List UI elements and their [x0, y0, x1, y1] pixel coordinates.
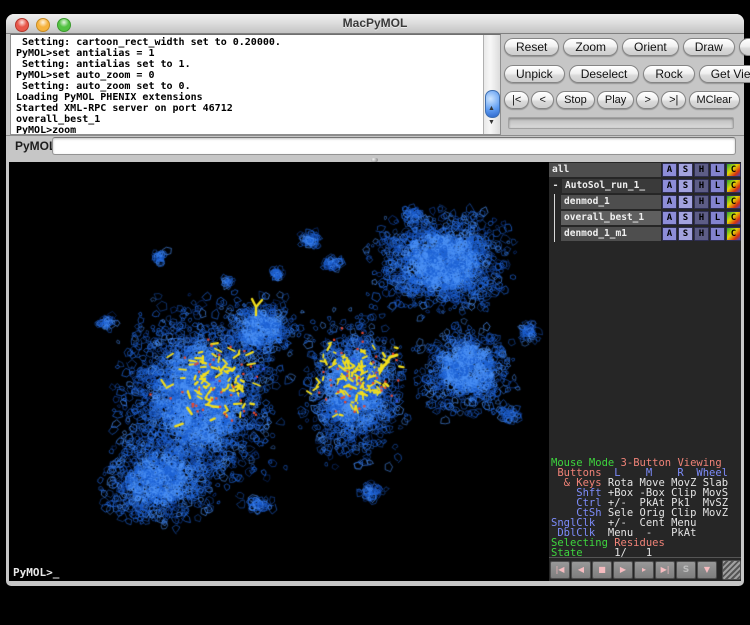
- movie-menu-button[interactable]: ▼: [697, 561, 717, 579]
- scroll-up-icon[interactable]: ▲: [484, 104, 499, 114]
- control-row-1: ResetZoomOrientDrawRay: [504, 38, 740, 56]
- reset-button[interactable]: Reset: [504, 38, 559, 56]
- control-row-3: |<<StopPlay>>|MClear: [504, 91, 740, 109]
- console-line: PyMOL>zoom: [16, 125, 483, 134]
- object-l-button[interactable]: L: [710, 227, 725, 241]
- movie-first-button[interactable]: |<: [504, 91, 529, 109]
- console-line: PyMOL>set antialias = 1: [16, 48, 483, 59]
- console-line: Loading PyMOL PHENIX extensions: [16, 92, 483, 103]
- deselect-button[interactable]: Deselect: [569, 65, 640, 83]
- movie-go-to-end-button[interactable]: ▶|: [655, 561, 675, 579]
- console-line: Setting: cartoon_rect_width set to 0.200…: [16, 37, 483, 48]
- orient-button[interactable]: Orient: [622, 38, 679, 56]
- object-sidebar: allASHLC-AutoSol_run_1_ASHLCdenmod_1ASHL…: [549, 162, 741, 581]
- object-s-button[interactable]: S: [678, 195, 693, 209]
- object-a-button[interactable]: A: [662, 211, 677, 225]
- tree-indent: [554, 226, 561, 242]
- movie-scene-button[interactable]: S: [676, 561, 696, 579]
- unpick-button[interactable]: Unpick: [504, 65, 565, 83]
- console-line: PyMOL>set auto_zoom = 0: [16, 70, 483, 81]
- movie-stop-button[interactable]: Stop: [556, 91, 595, 109]
- console-line: Setting: antialias set to 1.: [16, 59, 483, 70]
- object-h-button[interactable]: H: [694, 227, 709, 241]
- object-row: allASHLC: [549, 162, 741, 178]
- control-row-2: UnpickDeselectRockGet View: [504, 65, 740, 83]
- object-s-button[interactable]: S: [678, 211, 693, 225]
- scroll-down-icon[interactable]: ▼: [484, 118, 499, 128]
- object-name[interactable]: all: [549, 163, 661, 177]
- object-a-button[interactable]: A: [662, 195, 677, 209]
- macpymol-window: MacPyMOL Setting: cartoon_rect_width set…: [6, 14, 744, 586]
- movie-controls: |◀◀■▶▸▶|S▼: [549, 557, 741, 581]
- movie-back-button[interactable]: <: [531, 91, 553, 109]
- object-l-button[interactable]: L: [710, 211, 725, 225]
- object-l-button[interactable]: L: [710, 163, 725, 177]
- object-a-button[interactable]: A: [662, 163, 677, 177]
- object-l-button[interactable]: L: [710, 195, 725, 209]
- viewport-prompt: PyMOL>_: [13, 566, 59, 579]
- object-h-button[interactable]: H: [694, 179, 709, 193]
- draw-button[interactable]: Draw: [683, 38, 735, 56]
- object-l-button[interactable]: L: [710, 179, 725, 193]
- object-name[interactable]: AutoSol_run_1_: [562, 179, 661, 193]
- object-list: allASHLC-AutoSol_run_1_ASHLCdenmod_1ASHL…: [549, 162, 741, 242]
- console-line: Setting: auto_zoom set to 0.: [16, 81, 483, 92]
- object-c-button[interactable]: C: [726, 163, 741, 177]
- object-row: -AutoSol_run_1_ASHLC: [549, 178, 741, 194]
- tree-indent: [554, 210, 561, 226]
- object-name[interactable]: denmod_1: [561, 195, 661, 209]
- mouse-mode-panel: Mouse Mode 3-Button Viewing Buttons L M …: [549, 458, 741, 558]
- zoom-button[interactable]: Zoom: [563, 38, 618, 56]
- movie-step-forward-button[interactable]: ▸: [634, 561, 654, 579]
- rock-button[interactable]: Rock: [643, 65, 694, 83]
- object-name[interactable]: overall_best_1: [561, 211, 661, 225]
- movie-play-vcr-button[interactable]: ▶: [613, 561, 633, 579]
- tree-indent: [554, 194, 561, 210]
- console-area: Setting: cartoon_rect_width set to 0.200…: [10, 34, 501, 135]
- object-c-button[interactable]: C: [726, 179, 741, 193]
- object-h-button[interactable]: H: [694, 211, 709, 225]
- object-h-button[interactable]: H: [694, 163, 709, 177]
- movie-step-back-button[interactable]: ◀: [571, 561, 591, 579]
- movie-last-button[interactable]: >|: [661, 91, 686, 109]
- ray-button[interactable]: Ray: [739, 38, 750, 56]
- object-row: overall_best_1ASHLC: [549, 210, 741, 226]
- object-s-button[interactable]: S: [678, 227, 693, 241]
- console-line: overall_best_1: [16, 114, 483, 125]
- object-a-button[interactable]: A: [662, 179, 677, 193]
- object-a-button[interactable]: A: [662, 227, 677, 241]
- object-h-button[interactable]: H: [694, 195, 709, 209]
- command-input[interactable]: [52, 137, 736, 155]
- command-row: PyMOL>: [6, 136, 744, 158]
- viewport-canvas[interactable]: [9, 162, 549, 581]
- resize-grip-icon[interactable]: [722, 560, 741, 580]
- get-view-button[interactable]: Get View: [699, 65, 750, 83]
- movie-stop-vcr-button[interactable]: ■: [592, 561, 612, 579]
- object-row: denmod_1_m1ASHLC: [549, 226, 741, 242]
- movie-forward-button[interactable]: >: [636, 91, 658, 109]
- viewport-3d[interactable]: PyMOL>_: [9, 162, 549, 581]
- control-button-panel: ResetZoomOrientDrawRay UnpickDeselectRoc…: [504, 33, 740, 135]
- expander-minus-icon[interactable]: -: [549, 179, 562, 193]
- progress-bar: [508, 117, 734, 129]
- console-line: Started XML-RPC server on port 46712: [16, 103, 483, 114]
- main-content: PyMOL>_ allASHLC-AutoSol_run_1_ASHLCdenm…: [9, 162, 741, 581]
- title-bar[interactable]: MacPyMOL: [6, 14, 744, 34]
- object-c-button[interactable]: C: [726, 211, 741, 225]
- object-c-button[interactable]: C: [726, 227, 741, 241]
- console-log: Setting: cartoon_rect_width set to 0.200…: [11, 35, 483, 134]
- object-name[interactable]: denmod_1_m1: [561, 227, 661, 241]
- object-c-button[interactable]: C: [726, 195, 741, 209]
- object-s-button[interactable]: S: [678, 179, 693, 193]
- window-title: MacPyMOL: [6, 16, 744, 30]
- upper-panel: Setting: cartoon_rect_width set to 0.200…: [6, 33, 744, 136]
- object-row: denmod_1ASHLC: [549, 194, 741, 210]
- movie-go-to-start-button[interactable]: |◀: [550, 561, 570, 579]
- movie-play-button[interactable]: Play: [597, 91, 634, 109]
- console-scrollbar[interactable]: ▲ ▼: [483, 35, 500, 134]
- object-s-button[interactable]: S: [678, 163, 693, 177]
- movie-clear-button[interactable]: MClear: [689, 91, 740, 109]
